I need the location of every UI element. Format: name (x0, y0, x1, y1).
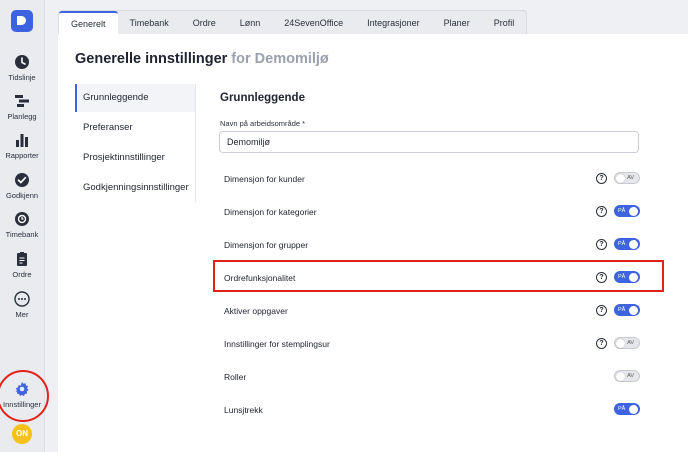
section-title: Grunnleggende (220, 92, 305, 104)
settings-panel: Generelle innstillinger for Demomiljø Gru… (58, 34, 688, 452)
setting-label: Aktiver oppgaver (224, 306, 288, 316)
tab-profil[interactable]: Profil (482, 11, 527, 35)
annotation-highlight-box (213, 260, 664, 292)
nav-label: Planlegg (7, 112, 37, 121)
tab-lonn[interactable]: Lønn (228, 11, 273, 35)
tab-generelt[interactable]: Generelt (59, 11, 118, 35)
setting-label: Dimensjon for grupper (224, 240, 309, 250)
subnav-item-grunnleggende[interactable]: Grunnleggende (75, 84, 195, 112)
toggle-dimensjon-kategorier[interactable]: PÅ (614, 205, 640, 217)
page-subtitle: for Demomiljø (231, 51, 329, 67)
toggle-state: PÅ (618, 307, 626, 313)
setting-row-lunsjtrekk: Lunsjtrekk PÅ (220, 401, 640, 421)
toggle-aktiver-oppgaver[interactable]: PÅ (614, 304, 640, 316)
setting-label: Innstillinger for stemplingsur (224, 339, 330, 349)
subnav-item-preferanser[interactable]: Preferanser (75, 114, 195, 142)
toggle-roller[interactable]: AV (614, 370, 640, 382)
toggle-dimensjon-grupper[interactable]: PÅ (614, 238, 640, 250)
timebank-icon (15, 212, 29, 226)
toggle-knob (629, 206, 638, 216)
setting-row-aktiver-oppgaver: Aktiver oppgaver ? PÅ (220, 302, 640, 322)
tab-24sevenoffice[interactable]: 24SevenOffice (272, 11, 355, 35)
setting-row-dimensjon-grupper: Dimensjon for grupper ? PÅ (220, 236, 640, 256)
nav-item-tidslinje[interactable]: Tidslinje (0, 54, 44, 82)
clock-icon (15, 55, 29, 69)
nav-label: Tidslinje (8, 73, 36, 82)
page-title: Generelle innstillinger for Demomiljø (75, 51, 329, 67)
nav-item-mer[interactable]: Mer (0, 291, 44, 319)
setting-label: Roller (224, 372, 247, 382)
nav-item-ordre[interactable]: Ordre (0, 251, 44, 279)
tab-integrasjoner[interactable]: Integrasjoner (355, 11, 432, 35)
help-icon[interactable]: ? (596, 338, 607, 349)
setting-label: Lunsjtrekk (224, 405, 263, 415)
bar-chart-icon (16, 134, 28, 147)
setting-row-dimensjon-kunder: Dimensjon for kunder ? AV (220, 170, 640, 190)
app-logo[interactable] (11, 10, 33, 32)
help-icon[interactable]: ? (596, 206, 607, 217)
settings-tabs: Generelt Timebank Ordre Lønn 24SevenOffi… (58, 10, 528, 35)
toggle-stemplingsur[interactable]: AV (614, 337, 640, 349)
nav-item-rapporter[interactable]: Rapporter (0, 132, 44, 160)
nav-label: Godkjenn (5, 191, 39, 200)
tab-timebank[interactable]: Timebank (118, 11, 181, 35)
subnav-item-godkjenningsinnstillinger[interactable]: Godkjenningsinnstillinger (75, 174, 195, 202)
setting-label: Dimensjon for kunder (224, 174, 305, 184)
toggle-knob (616, 338, 625, 348)
settings-subnav: Grunnleggende Preferanser Prosjektinnsti… (75, 84, 196, 202)
status-badge[interactable]: ON (12, 424, 32, 444)
check-circle-icon (15, 173, 29, 187)
toggle-knob (629, 239, 638, 249)
help-icon[interactable]: ? (596, 305, 607, 316)
clipboard-icon (17, 252, 27, 266)
toggle-dimensjon-kunder[interactable]: AV (614, 172, 640, 184)
page-title-text: Generelle innstillinger (75, 51, 228, 67)
toggle-knob (629, 305, 638, 315)
setting-row-stemplingsur: Innstillinger for stemplingsur ? AV (220, 335, 640, 355)
setting-row-roller: Roller AV (220, 368, 640, 388)
toggle-state: AV (627, 175, 634, 181)
workspace-name-input[interactable]: Demomiljø (219, 131, 639, 153)
nav-label: Ordre (12, 270, 32, 279)
toggle-state: PÅ (618, 406, 626, 412)
setting-row-dimensjon-kategorier: Dimensjon for kategorier ? PÅ (220, 203, 640, 223)
tab-planer[interactable]: Planer (432, 11, 482, 35)
setting-label: Dimensjon for kategorier (224, 207, 317, 217)
nav-item-timebank[interactable]: Timebank (0, 211, 44, 239)
help-icon[interactable]: ? (596, 239, 607, 250)
workspace-name-label: Navn på arbeidsområde * (220, 119, 306, 128)
toggle-state: PÅ (618, 241, 626, 247)
more-icon (14, 291, 30, 307)
subnav-item-prosjektinnstillinger[interactable]: Prosjektinnstillinger (75, 144, 195, 172)
toggle-state: AV (627, 373, 634, 379)
nav-label: Mer (15, 310, 29, 319)
toggle-lunsjtrekk[interactable]: PÅ (614, 403, 640, 415)
toggle-knob (616, 371, 625, 381)
toggle-state: AV (627, 340, 634, 346)
tab-ordre[interactable]: Ordre (181, 11, 228, 35)
help-icon[interactable]: ? (596, 173, 607, 184)
toggle-knob (616, 173, 625, 183)
nav-label: Rapporter (5, 151, 39, 160)
nav-label: Timebank (5, 230, 39, 239)
toggle-knob (629, 404, 638, 414)
nav-item-planlegg[interactable]: Planlegg (0, 93, 44, 121)
toggle-state: PÅ (618, 208, 626, 214)
nav-item-godkjenn[interactable]: Godkjenn (0, 172, 44, 200)
gantt-icon (15, 95, 29, 107)
